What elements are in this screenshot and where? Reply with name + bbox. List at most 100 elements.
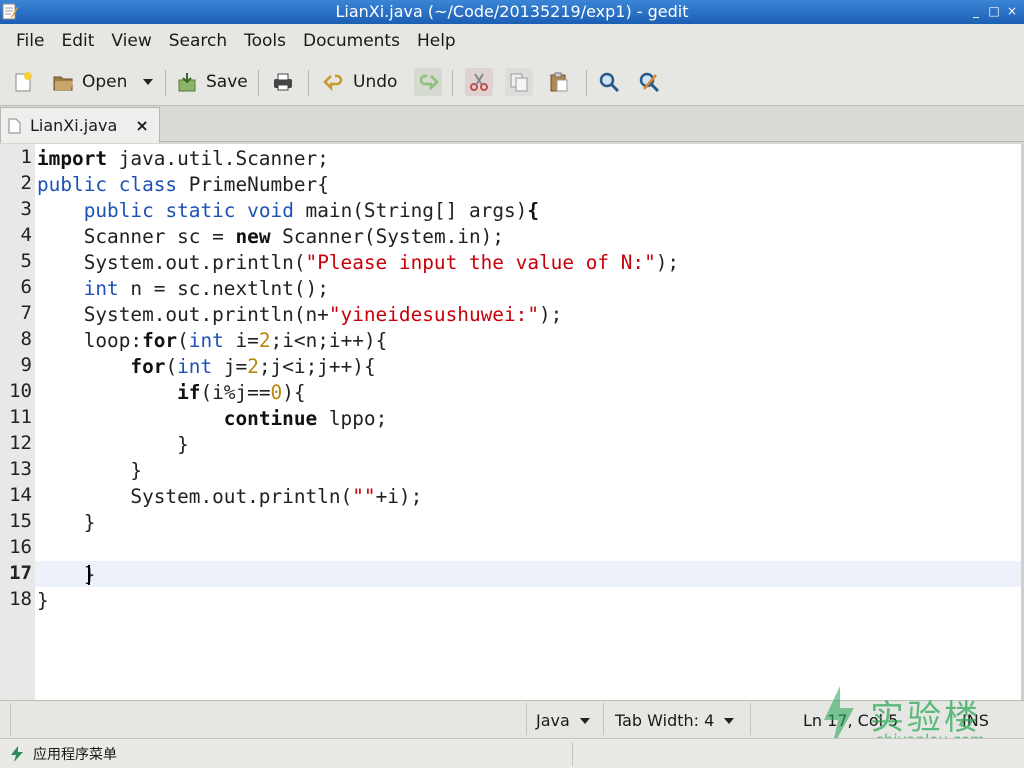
editor-area[interactable]: 1 2 3 4 5 6 7 8 9 10 11 12 13 14 15 16 17 18 import java.…: [0, 144, 1024, 700]
code-token: );: [539, 303, 563, 326]
minimize-button[interactable]: _: [968, 3, 984, 19]
code-line[interactable]: }: [37, 510, 96, 536]
menu-edit[interactable]: Edit: [61, 31, 94, 51]
menu-help[interactable]: Help: [417, 31, 456, 51]
code-line[interactable]: loop:for(int i=2;i<n;i++){: [37, 328, 388, 354]
line-number: 18: [9, 588, 32, 610]
line-number: 3: [20, 198, 32, 220]
code-line[interactable]: System.out.println("Please input the val…: [37, 250, 679, 276]
code-token: n = sc.nextlnt();: [118, 277, 329, 300]
tab-lianxi-java[interactable]: LianXi.java ×: [0, 107, 160, 143]
language-selector[interactable]: Java: [536, 711, 590, 730]
line-number: 16: [9, 536, 32, 558]
line-number: 9: [20, 354, 32, 376]
new-document-button[interactable]: [12, 68, 34, 96]
redo-icon: [419, 74, 439, 92]
code-token: {: [527, 199, 540, 222]
undo-icon: [323, 74, 343, 92]
code-token: java.util.Scanner;: [107, 147, 329, 170]
code-token: if: [177, 381, 201, 404]
line-number: 14: [9, 484, 32, 506]
open-button[interactable]: Open: [52, 68, 127, 96]
code-line[interactable]: }: [37, 588, 49, 614]
code-line[interactable]: public class PrimeNumber{: [37, 172, 329, 198]
code-line[interactable]: }: [37, 458, 142, 484]
app-menu-button[interactable]: 应用程序菜单: [33, 744, 117, 764]
paste-button[interactable]: [548, 68, 570, 96]
code-token: 2: [258, 329, 271, 352]
cut-button[interactable]: [465, 68, 493, 96]
menu-search[interactable]: Search: [169, 31, 227, 51]
tab-label: LianXi.java: [30, 116, 118, 135]
copy-icon: [510, 73, 528, 92]
line-number: 2: [20, 172, 32, 194]
menu-tools[interactable]: Tools: [244, 31, 286, 51]
code-line[interactable]: Scanner sc = new Scanner(System.in);: [37, 224, 504, 250]
code-line[interactable]: if(i%j==0){: [37, 380, 305, 406]
code-token: "": [352, 485, 376, 508]
code-token: "Please input the value of N:": [305, 251, 656, 274]
code-token: loop:: [37, 329, 143, 352]
line-number: 8: [20, 328, 32, 350]
save-icon: [178, 73, 196, 92]
text-file-icon: [8, 118, 21, 133]
code-line[interactable]: }: [37, 562, 96, 588]
search-replace-button[interactable]: [638, 68, 660, 96]
code-token: class: [118, 173, 178, 196]
undo-button[interactable]: Undo: [323, 68, 397, 96]
language-label: Java: [536, 711, 570, 730]
code-token: int: [83, 277, 119, 300]
code-line[interactable]: int n = sc.nextlnt();: [37, 276, 329, 302]
code-token: void: [247, 199, 294, 222]
search-button[interactable]: [598, 68, 620, 96]
code-line[interactable]: continue lppo;: [37, 406, 387, 432]
chevron-down-icon: [724, 717, 735, 724]
code-line[interactable]: import java.util.Scanner;: [37, 146, 329, 172]
copy-button[interactable]: [505, 68, 533, 96]
line-number: 11: [9, 406, 32, 428]
code-token: System.out.println(: [37, 251, 306, 274]
code-token: }: [37, 511, 96, 534]
code-token: }: [37, 433, 189, 456]
code-token: for: [130, 355, 166, 378]
app-menu-icon[interactable]: [10, 746, 24, 762]
code-line[interactable]: public static void main(String[] args){: [37, 198, 539, 224]
code-token: for: [142, 329, 178, 352]
line-number: 6: [20, 276, 32, 298]
maximize-button[interactable]: □: [986, 3, 1002, 19]
code-line[interactable]: System.out.println(n+"yineidesushuwei:")…: [37, 302, 563, 328]
code-token: continue: [223, 407, 318, 430]
menu-documents[interactable]: Documents: [303, 31, 400, 51]
code-token: static: [165, 199, 236, 222]
chevron-down-icon: [143, 79, 153, 85]
new-document-icon: [15, 72, 32, 92]
code-line[interactable]: }: [37, 432, 189, 458]
code-token: System.out.println(n+: [37, 303, 329, 326]
code-token: new: [235, 225, 271, 248]
code-line[interactable]: for(int j=2;j<i;j++){: [37, 354, 375, 380]
save-label: Save: [206, 72, 248, 92]
print-button[interactable]: [272, 68, 294, 96]
menu-file[interactable]: File: [16, 31, 44, 51]
code-token: main(String[] args): [293, 199, 528, 222]
code-token: (: [165, 355, 178, 378]
save-button[interactable]: Save: [176, 68, 248, 96]
paste-icon: [550, 72, 568, 92]
menu-view[interactable]: View: [111, 31, 151, 51]
tab-width-selector[interactable]: Tab Width: 4: [615, 711, 735, 730]
code-token: import: [37, 147, 108, 170]
open-recent-dropdown[interactable]: [143, 68, 153, 96]
document-tab-bar: LianXi.java ×: [0, 106, 1024, 143]
close-window-button[interactable]: ×: [1004, 3, 1020, 19]
redo-button[interactable]: [414, 68, 442, 96]
code-line[interactable]: System.out.println(""+i);: [37, 484, 422, 510]
code-token: int: [188, 329, 224, 352]
close-tab-icon[interactable]: ×: [135, 116, 148, 135]
code-token: public: [83, 199, 154, 222]
